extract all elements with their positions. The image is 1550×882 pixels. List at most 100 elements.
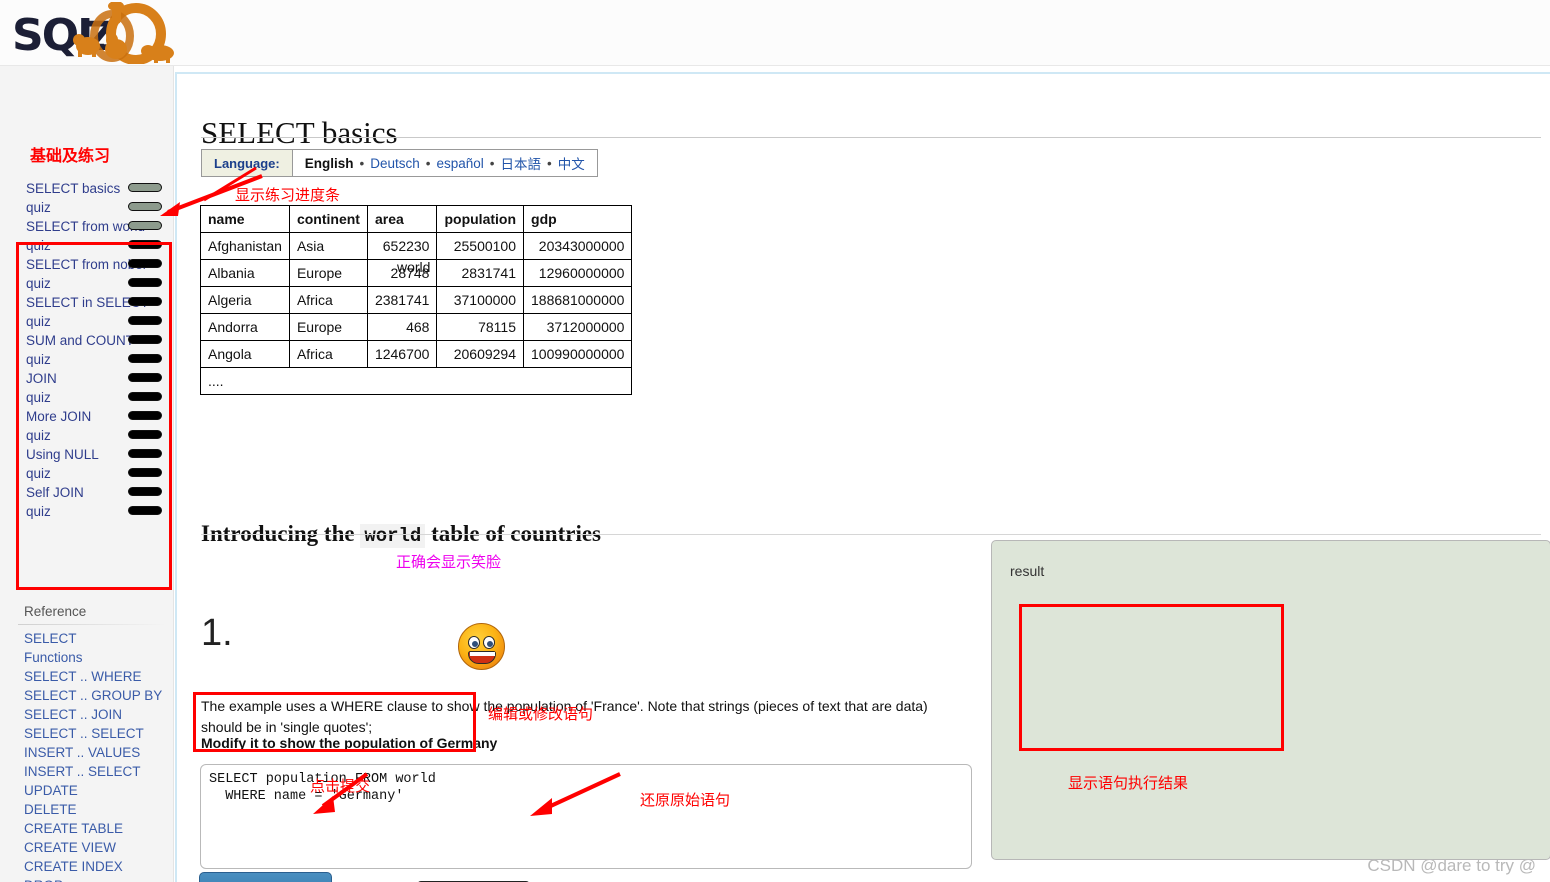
question-number: 1. [201,612,233,654]
sidebar-item-quiz[interactable]: quiz [18,274,166,293]
sidebar-item-select-basics[interactable]: SELECT basics [18,179,166,198]
table-cell: 28748 [366,259,438,287]
progress-bar [128,449,162,458]
table-cell: Europe [288,313,368,341]
reference-item-select-group-by[interactable]: SELECT .. GROUP BY [24,686,174,705]
language-current: English [304,155,354,171]
site-header: SQL Z [0,0,1550,66]
sidebar-item-quiz[interactable]: quiz [18,502,166,521]
table-cell: Algeria [200,286,290,314]
sidebar-item-more-join[interactable]: More JOIN [18,407,166,426]
reference-item-insert-values[interactable]: INSERT .. VALUES [24,743,174,762]
world-table-body: Afghanistan Asia 652230 25500100 20343000000… [199,232,633,395]
reference-item-insert-select[interactable]: INSERT .. SELECT [24,762,174,781]
progress-bar [128,430,162,439]
result-panel: result [991,540,1550,860]
sidebar-item-label: quiz [26,352,51,367]
sidebar-item-using-null[interactable]: Using NULL [18,445,166,464]
table-cell: Asia [288,232,368,260]
table-cell: Africa [288,286,368,314]
reference-item-drop[interactable]: DROP [24,876,174,882]
sidebar-item-self-join[interactable]: Self JOIN [18,483,166,502]
table-cell: 3712000000 [523,313,633,341]
table-cell: 12960000000 [523,259,633,287]
result-label: result [1010,563,1045,579]
world-table: name continent area population gdp Afghanist… [199,205,633,395]
language-link-3[interactable]: 中文 [558,153,585,173]
table-cell: 25500100 [436,232,525,260]
language-link-0[interactable]: Deutsch [370,156,420,171]
language-link-1[interactable]: español [437,156,484,171]
smiley-pupil-right [487,641,493,647]
reference-item-delete[interactable]: DELETE [24,800,174,819]
reference-item-update[interactable]: UPDATE [24,781,174,800]
table-cell: 188681000000 [523,286,633,314]
reference-item-functions[interactable]: Functions [24,648,174,667]
table-cell: Africa [288,340,368,368]
page-title: SELECT basics [201,114,398,150]
reference-item-select-where[interactable]: SELECT .. WHERE [24,667,174,686]
table-cell: 652230 [366,232,438,260]
language-link-2[interactable]: 日本語 [501,153,542,173]
sidebar-item-label: quiz [26,200,51,215]
progress-bar [128,316,162,325]
reference-item-create-table[interactable]: CREATE TABLE [24,819,174,838]
intro-code-world: world [360,524,426,549]
sidebar-item-quiz[interactable]: quiz [18,388,166,407]
question-description: The example uses a WHERE clause to show … [201,698,928,735]
table-cell: Europe [288,259,368,287]
sidebar-item-label: SELECT basics [26,181,121,196]
watermark: CSDN @dare to try @ [1367,856,1536,875]
submit-sql-button[interactable]: Submit SQL [199,872,332,882]
sidebar-item-join[interactable]: JOIN [18,369,166,388]
sidebar-scroll-region[interactable]: 基础及练习 SELECT basics quiz SELECT from world… [0,66,174,882]
column-header-area: area [366,205,438,233]
progress-bar [128,506,162,515]
table-cell: 100990000000 [523,340,633,368]
smiley-pupil-left [472,641,478,647]
table-cell: 2381741 [366,286,438,314]
sidebar-item-select-from-world[interactable]: SELECT from world [18,217,166,236]
sidebar-item-sum-and-count[interactable]: SUM and COUNT [18,331,166,350]
sidebar-item-select-in-select[interactable]: SELECT in SELECT [18,293,166,312]
sidebar-item-label: quiz [26,466,51,481]
table-cell: Angola [200,340,290,368]
sidebar-item-quiz[interactable]: quiz [18,198,166,217]
sidebar-item-label: quiz [26,238,51,253]
progress-bar [128,259,162,268]
table-row-more: .... [199,367,633,395]
reference-item-select[interactable]: SELECT [24,629,174,648]
table-cell: 37100000 [436,286,525,314]
table-cell: 1246700 [366,340,438,368]
annotation-section-heading: 基础及练习 [30,146,111,165]
progress-bar [128,202,162,211]
sidebar-item-select-from-nobel[interactable]: SELECT from nobel [18,255,166,274]
smiley-eye-left [468,636,480,649]
language-separator: • [425,155,431,171]
sidebar-item-quiz[interactable]: quiz [18,464,166,483]
progress-bar [128,278,162,287]
sidebar-item-label: quiz [26,314,51,329]
reference-nav-list: SELECT Functions SELECT .. WHERE SELECT .. … [24,629,174,882]
reference-item-create-view[interactable]: CREATE VIEW [24,838,174,857]
sidebar-item-quiz[interactable]: quiz [18,312,166,331]
progress-bar [128,373,162,382]
column-header-continent: continent [288,205,368,233]
reference-item-create-index[interactable]: CREATE INDEX [24,857,174,876]
smiley-teeth [470,652,495,656]
sql-input[interactable] [200,764,972,869]
sidebar-item-quiz[interactable]: quiz [18,350,166,369]
language-bar: Language: English • Deutsch • español • 日本語 • 中文 [201,149,598,177]
sidebar-item-label: JOIN [26,371,57,386]
tutorial-nav-list: SELECT basics quiz SELECT from world quiz SE… [18,179,166,521]
table-cell-more: .... [199,367,633,395]
table-cell: 20343000000 [523,232,633,260]
sidebar-item-quiz[interactable]: quiz [18,426,166,445]
table-cell: Albania [200,259,290,287]
reference-item-select-select[interactable]: SELECT .. SELECT [24,724,174,743]
sidebar-item-label: quiz [26,428,51,443]
reference-item-select-join[interactable]: SELECT .. JOIN [24,705,174,724]
sqlzoo-logo[interactable]: SQL Z [8,1,178,65]
sidebar: 基础及练习 SELECT basics quiz SELECT from world… [0,66,174,882]
sidebar-item-quiz[interactable]: quiz [18,236,166,255]
